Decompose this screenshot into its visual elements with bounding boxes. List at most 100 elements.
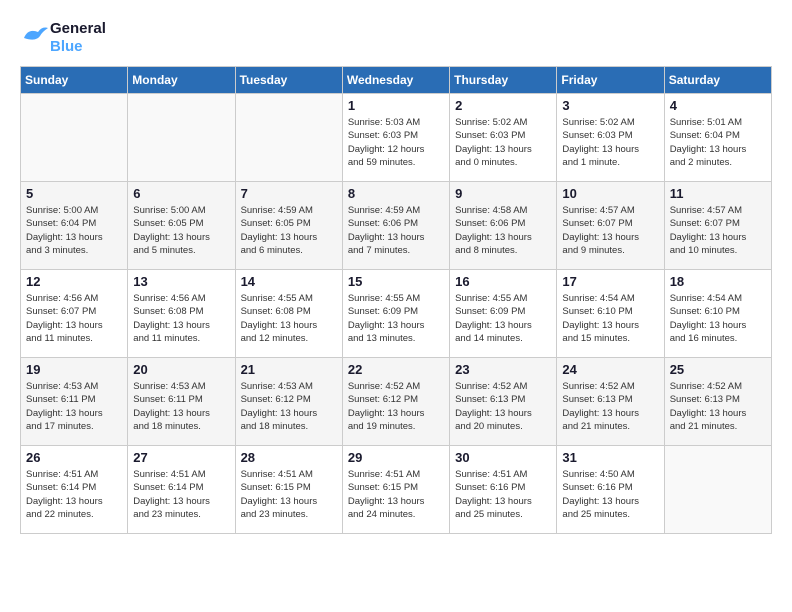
- day-cell: 8Sunrise: 4:59 AM Sunset: 6:06 PM Daylig…: [342, 182, 449, 270]
- day-cell: 12 Sunrise: 4:56 AM Sunset: 6:07 PM Dayli…: [21, 270, 128, 358]
- day-info: Sunrise: 4:51 AM Sunset: 6:15 PM Dayligh…: [348, 468, 444, 521]
- day-number: 28: [241, 450, 337, 465]
- day-cell: 6 Sunrise: 5:00 AM Sunset: 6:05 PM Daylig…: [128, 182, 235, 270]
- day-info: Sunrise: 5:00 AM Sunset: 6:04 PM Dayligh…: [26, 204, 122, 257]
- week-row-1: 1Sunrise: 5:03 AM Sunset: 6:03 PM Daylig…: [21, 94, 772, 182]
- day-cell: 30 Sunrise: 4:51 AM Sunset: 6:16 PM Dayli…: [450, 446, 557, 534]
- day-number: 13: [133, 274, 229, 289]
- day-number: 5: [26, 186, 122, 201]
- calendar-table: SundayMondayTuesdayWednesdayThursdayFrid…: [20, 66, 772, 534]
- day-info: Sunrise: 4:50 AM Sunset: 6:16 PM Dayligh…: [562, 468, 658, 521]
- day-cell: 3Sunrise: 5:02 AM Sunset: 6:03 PM Daylig…: [557, 94, 664, 182]
- day-cell: 7 Sunrise: 4:59 AM Sunset: 6:05 PM Daylig…: [235, 182, 342, 270]
- day-number: 17: [562, 274, 658, 289]
- weekday-header-saturday: Saturday: [664, 67, 771, 94]
- day-number: 19: [26, 362, 122, 377]
- day-cell: 11 Sunrise: 4:57 AM Sunset: 6:07 PM Dayli…: [664, 182, 771, 270]
- weekday-header-tuesday: Tuesday: [235, 67, 342, 94]
- day-cell: 28 Sunrise: 4:51 AM Sunset: 6:15 PM Dayli…: [235, 446, 342, 534]
- day-info: Sunrise: 4:58 AM Sunset: 6:06 PM Dayligh…: [455, 204, 551, 257]
- day-cell: 27 Sunrise: 4:51 AM Sunset: 6:14 PM Dayli…: [128, 446, 235, 534]
- weekday-header-monday: Monday: [128, 67, 235, 94]
- week-row-2: 5 Sunrise: 5:00 AM Sunset: 6:04 PM Daylig…: [21, 182, 772, 270]
- day-info: Sunrise: 4:59 AM Sunset: 6:06 PM Dayligh…: [348, 204, 444, 257]
- day-cell: 14Sunrise: 4:55 AM Sunset: 6:08 PM Dayli…: [235, 270, 342, 358]
- day-number: 12: [26, 274, 122, 289]
- day-number: 4: [670, 98, 766, 113]
- day-number: 7: [241, 186, 337, 201]
- day-number: 2: [455, 98, 551, 113]
- day-info: Sunrise: 4:53 AM Sunset: 6:12 PM Dayligh…: [241, 380, 337, 433]
- logo-text: General Blue: [20, 20, 106, 56]
- day-number: 31: [562, 450, 658, 465]
- day-number: 24: [562, 362, 658, 377]
- day-cell: 29 Sunrise: 4:51 AM Sunset: 6:15 PM Dayli…: [342, 446, 449, 534]
- day-info: Sunrise: 4:52 AM Sunset: 6:12 PM Dayligh…: [348, 380, 444, 433]
- day-number: 27: [133, 450, 229, 465]
- day-info: Sunrise: 4:57 AM Sunset: 6:07 PM Dayligh…: [562, 204, 658, 257]
- day-number: 26: [26, 450, 122, 465]
- day-cell: 20 Sunrise: 4:53 AM Sunset: 6:11 PM Dayli…: [128, 358, 235, 446]
- day-cell: 22 Sunrise: 4:52 AM Sunset: 6:12 PM Dayli…: [342, 358, 449, 446]
- day-cell: 10 Sunrise: 4:57 AM Sunset: 6:07 PM Dayli…: [557, 182, 664, 270]
- day-cell: 16Sunrise: 4:55 AM Sunset: 6:09 PM Dayli…: [450, 270, 557, 358]
- week-row-3: 12 Sunrise: 4:56 AM Sunset: 6:07 PM Dayli…: [21, 270, 772, 358]
- day-info: Sunrise: 4:57 AM Sunset: 6:07 PM Dayligh…: [670, 204, 766, 257]
- day-info: Sunrise: 4:51 AM Sunset: 6:15 PM Dayligh…: [241, 468, 337, 521]
- day-info: Sunrise: 4:51 AM Sunset: 6:14 PM Dayligh…: [133, 468, 229, 521]
- day-cell: 26 Sunrise: 4:51 AM Sunset: 6:14 PM Dayli…: [21, 446, 128, 534]
- day-cell: 9 Sunrise: 4:58 AM Sunset: 6:06 PM Daylig…: [450, 182, 557, 270]
- weekday-header-sunday: Sunday: [21, 67, 128, 94]
- day-info: Sunrise: 4:52 AM Sunset: 6:13 PM Dayligh…: [455, 380, 551, 433]
- day-cell: 17 Sunrise: 4:54 AM Sunset: 6:10 PM Dayli…: [557, 270, 664, 358]
- day-number: 25: [670, 362, 766, 377]
- day-info: Sunrise: 5:02 AM Sunset: 6:03 PM Dayligh…: [455, 116, 551, 169]
- day-number: 10: [562, 186, 658, 201]
- day-info: Sunrise: 5:00 AM Sunset: 6:05 PM Dayligh…: [133, 204, 229, 257]
- day-number: 30: [455, 450, 551, 465]
- day-cell: 2 Sunrise: 5:02 AM Sunset: 6:03 PM Daylig…: [450, 94, 557, 182]
- day-cell: [128, 94, 235, 182]
- day-number: 15: [348, 274, 444, 289]
- day-info: Sunrise: 4:52 AM Sunset: 6:13 PM Dayligh…: [670, 380, 766, 433]
- day-cell: 1Sunrise: 5:03 AM Sunset: 6:03 PM Daylig…: [342, 94, 449, 182]
- day-info: Sunrise: 4:59 AM Sunset: 6:05 PM Dayligh…: [241, 204, 337, 257]
- day-info: Sunrise: 5:01 AM Sunset: 6:04 PM Dayligh…: [670, 116, 766, 169]
- day-cell: [664, 446, 771, 534]
- day-info: Sunrise: 4:51 AM Sunset: 6:14 PM Dayligh…: [26, 468, 122, 521]
- weekday-header-thursday: Thursday: [450, 67, 557, 94]
- day-number: 9: [455, 186, 551, 201]
- logo-line2: Blue: [50, 38, 106, 56]
- day-info: Sunrise: 4:56 AM Sunset: 6:08 PM Dayligh…: [133, 292, 229, 345]
- day-number: 29: [348, 450, 444, 465]
- day-info: Sunrise: 4:56 AM Sunset: 6:07 PM Dayligh…: [26, 292, 122, 345]
- day-cell: [235, 94, 342, 182]
- day-info: Sunrise: 4:53 AM Sunset: 6:11 PM Dayligh…: [133, 380, 229, 433]
- day-cell: 19 Sunrise: 4:53 AM Sunset: 6:11 PM Dayli…: [21, 358, 128, 446]
- week-row-5: 26 Sunrise: 4:51 AM Sunset: 6:14 PM Dayli…: [21, 446, 772, 534]
- week-row-4: 19 Sunrise: 4:53 AM Sunset: 6:11 PM Dayli…: [21, 358, 772, 446]
- day-cell: 21 Sunrise: 4:53 AM Sunset: 6:12 PM Dayli…: [235, 358, 342, 446]
- day-cell: 24 Sunrise: 4:52 AM Sunset: 6:13 PM Dayli…: [557, 358, 664, 446]
- day-number: 11: [670, 186, 766, 201]
- day-number: 22: [348, 362, 444, 377]
- day-number: 21: [241, 362, 337, 377]
- day-info: Sunrise: 4:53 AM Sunset: 6:11 PM Dayligh…: [26, 380, 122, 433]
- day-cell: [21, 94, 128, 182]
- day-number: 20: [133, 362, 229, 377]
- day-number: 3: [562, 98, 658, 113]
- day-info: Sunrise: 4:55 AM Sunset: 6:09 PM Dayligh…: [348, 292, 444, 345]
- day-info: Sunrise: 4:51 AM Sunset: 6:16 PM Dayligh…: [455, 468, 551, 521]
- day-number: 14: [241, 274, 337, 289]
- day-info: Sunrise: 4:54 AM Sunset: 6:10 PM Dayligh…: [562, 292, 658, 345]
- day-cell: 18Sunrise: 4:54 AM Sunset: 6:10 PM Dayli…: [664, 270, 771, 358]
- logo-line1: General: [50, 20, 106, 38]
- weekday-header-friday: Friday: [557, 67, 664, 94]
- day-number: 18: [670, 274, 766, 289]
- page-header: General Blue: [20, 20, 772, 56]
- day-number: 23: [455, 362, 551, 377]
- day-cell: 15 Sunrise: 4:55 AM Sunset: 6:09 PM Dayli…: [342, 270, 449, 358]
- day-cell: 5 Sunrise: 5:00 AM Sunset: 6:04 PM Daylig…: [21, 182, 128, 270]
- day-info: Sunrise: 4:52 AM Sunset: 6:13 PM Dayligh…: [562, 380, 658, 433]
- day-number: 6: [133, 186, 229, 201]
